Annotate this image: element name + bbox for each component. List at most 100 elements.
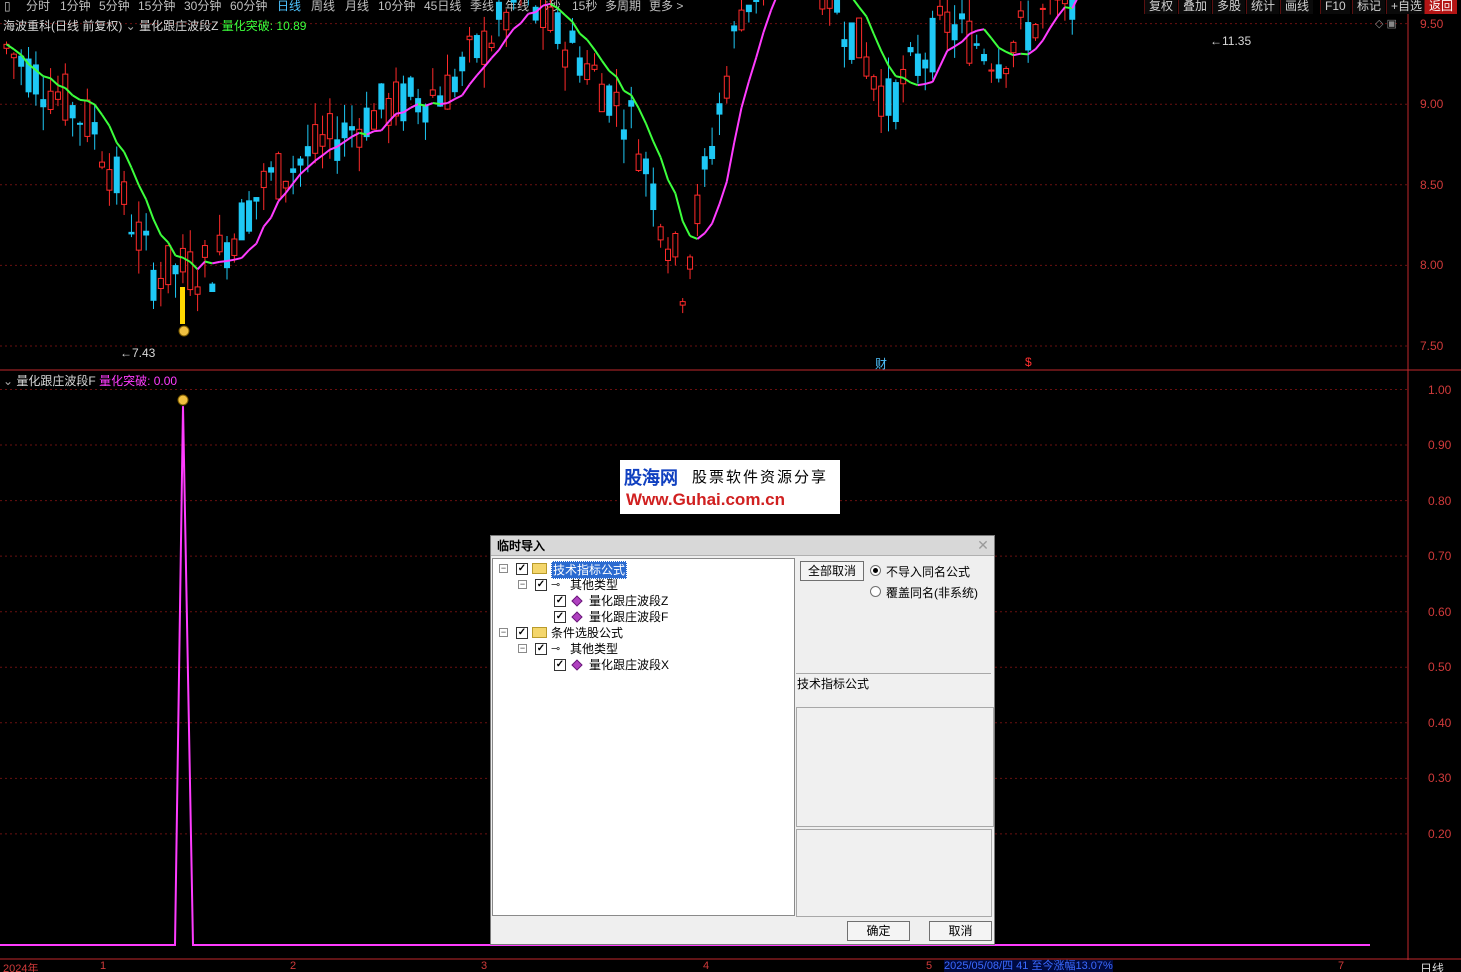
indicator-name-f[interactable]: 量化跟庄波段F <box>16 374 95 388</box>
formula-icon <box>571 611 583 623</box>
description-panel[interactable] <box>796 707 994 827</box>
candle <box>907 47 914 53</box>
low-price-label: ←7.43 <box>120 346 156 360</box>
candle <box>657 226 664 241</box>
candle <box>841 39 848 47</box>
candle <box>584 63 591 81</box>
tree-checkbox[interactable]: ✓ <box>535 579 547 591</box>
candle <box>731 25 738 32</box>
candle <box>268 167 275 173</box>
ma-segment <box>895 75 904 79</box>
ok-button[interactable]: 确定 <box>847 921 910 941</box>
import-dialog[interactable]: 临时导入 ✕ − ✓ 技术指标公式 − ✓ ⊸ 其他类型 ✓ 量化跟庄波段Z ✓ 量化跟庄波段F − ✓… <box>490 535 995 945</box>
tree-checkbox[interactable]: ✓ <box>554 595 566 607</box>
candle <box>1061 0 1068 5</box>
collapse-toggle-icon[interactable]: − <box>518 644 527 653</box>
dividend-marker[interactable]: $ <box>1025 355 1032 369</box>
indicator-tick: 0.70 <box>1428 549 1452 564</box>
indicator-tick: 0.20 <box>1428 826 1452 841</box>
indicator-tick: 0.30 <box>1428 771 1452 786</box>
ma-segment <box>762 10 772 33</box>
candle <box>54 91 61 100</box>
tree-node-label[interactable]: 其他类型 <box>570 641 618 657</box>
candle <box>635 153 642 171</box>
ma-segment <box>1013 52 1021 57</box>
tree-checkbox[interactable]: ✓ <box>554 659 566 671</box>
no-import-radio[interactable] <box>870 565 881 576</box>
overwrite-radio[interactable] <box>870 586 881 597</box>
candle <box>679 301 686 306</box>
close-icon[interactable]: ✕ <box>976 538 990 552</box>
candle <box>179 247 186 273</box>
top-chart-header: 海波重科(日线 前复权) ⌄ 量化跟庄波段Z 量化突破: 10.89 <box>3 17 306 34</box>
candle <box>628 100 635 107</box>
ma-segment <box>204 260 213 265</box>
tree-node-label[interactable]: 量化跟庄波段F <box>589 609 668 625</box>
candle <box>878 85 885 117</box>
tree-node[interactable]: ✓ 量化跟庄波段Z <box>493 593 793 609</box>
collapse-toggle-icon[interactable]: − <box>518 580 527 589</box>
ma-segment <box>490 49 500 59</box>
overwrite-label[interactable]: 覆盖同名(非系统) <box>886 584 978 601</box>
finance-marker[interactable]: 财 <box>875 355 887 372</box>
formula-tree[interactable]: − ✓ 技术指标公式 − ✓ ⊸ 其他类型 ✓ 量化跟庄波段Z ✓ 量化跟庄波段F − ✓ 条件选股公式 −… <box>492 558 795 916</box>
ma-segment <box>152 218 162 236</box>
tree-node[interactable]: − ✓ 技术指标公式 <box>493 561 793 579</box>
tree-node-label[interactable]: 条件选股公式 <box>551 625 623 641</box>
tree-node-label[interactable]: 量化跟庄波段Z <box>589 593 668 609</box>
date-tick: 1 <box>100 960 107 972</box>
candle <box>569 30 576 43</box>
candle <box>966 20 973 64</box>
ma-segment <box>1056 6 1066 18</box>
collapse-icon[interactable]: ⌄ <box>3 374 16 388</box>
candle <box>172 265 179 275</box>
tree-node[interactable]: ✓ 量化跟庄波段X <box>493 657 793 673</box>
tree-checkbox[interactable]: ✓ <box>554 611 566 623</box>
candle <box>863 56 870 77</box>
candle <box>201 245 208 258</box>
tree-node[interactable]: − ✓ ⊸ 其他类型 <box>493 641 793 657</box>
candle <box>106 169 113 191</box>
ma-segment <box>667 179 677 194</box>
ma-segment <box>79 98 88 102</box>
tree-node-label[interactable]: 量化跟庄波段X <box>589 657 669 673</box>
tree-node[interactable]: − ✓ 条件选股公式 <box>493 625 793 641</box>
ma-segment <box>645 123 655 142</box>
candle <box>929 17 936 73</box>
candle <box>62 73 69 121</box>
candle <box>356 128 363 148</box>
collapse-toggle-icon[interactable]: − <box>499 564 508 573</box>
cancel-all-button[interactable]: 全部取消 <box>800 561 864 581</box>
detail-panel[interactable] <box>796 829 992 917</box>
tree-node[interactable]: − ✓ ⊸ 其他类型 <box>493 577 793 593</box>
ma-segment <box>248 242 258 251</box>
candle <box>459 56 466 72</box>
range-status: 2025/05/08/四 41 至今涨幅13.07% <box>944 960 1113 972</box>
candle <box>848 22 855 60</box>
ma-segment <box>115 142 125 153</box>
tree-node[interactable]: ✓ 量化跟庄波段F <box>493 609 793 625</box>
date-tick: 7 <box>1338 960 1345 972</box>
ma-segment <box>1064 6 1073 10</box>
indicator-tick: 1.00 <box>1428 382 1452 397</box>
expand-icon[interactable]: ◇ ▣ <box>1375 17 1397 30</box>
candle <box>40 99 47 108</box>
tree-checkbox[interactable]: ✓ <box>516 627 528 639</box>
candle <box>304 146 311 157</box>
collapse-toggle-icon[interactable]: − <box>499 628 508 637</box>
ma-segment <box>321 148 331 157</box>
collapse-icon[interactable]: ⌄ <box>126 19 139 33</box>
tree-checkbox[interactable]: ✓ <box>535 643 547 655</box>
tree-checkbox[interactable]: ✓ <box>516 563 528 575</box>
indicator-name-z[interactable]: 量化跟庄波段Z <box>139 19 218 33</box>
candle <box>981 54 988 62</box>
ma-segment <box>520 13 530 24</box>
dialog-title[interactable]: 临时导入 <box>491 536 994 556</box>
watermark-brand: 股海网 <box>624 468 678 488</box>
ma-segment <box>954 40 963 48</box>
ma-segment <box>212 260 220 265</box>
candle <box>914 53 921 76</box>
tree-node-label[interactable]: 其他类型 <box>570 577 618 593</box>
no-import-label[interactable]: 不导入同名公式 <box>886 563 970 580</box>
cancel-button[interactable]: 取消 <box>929 921 992 941</box>
